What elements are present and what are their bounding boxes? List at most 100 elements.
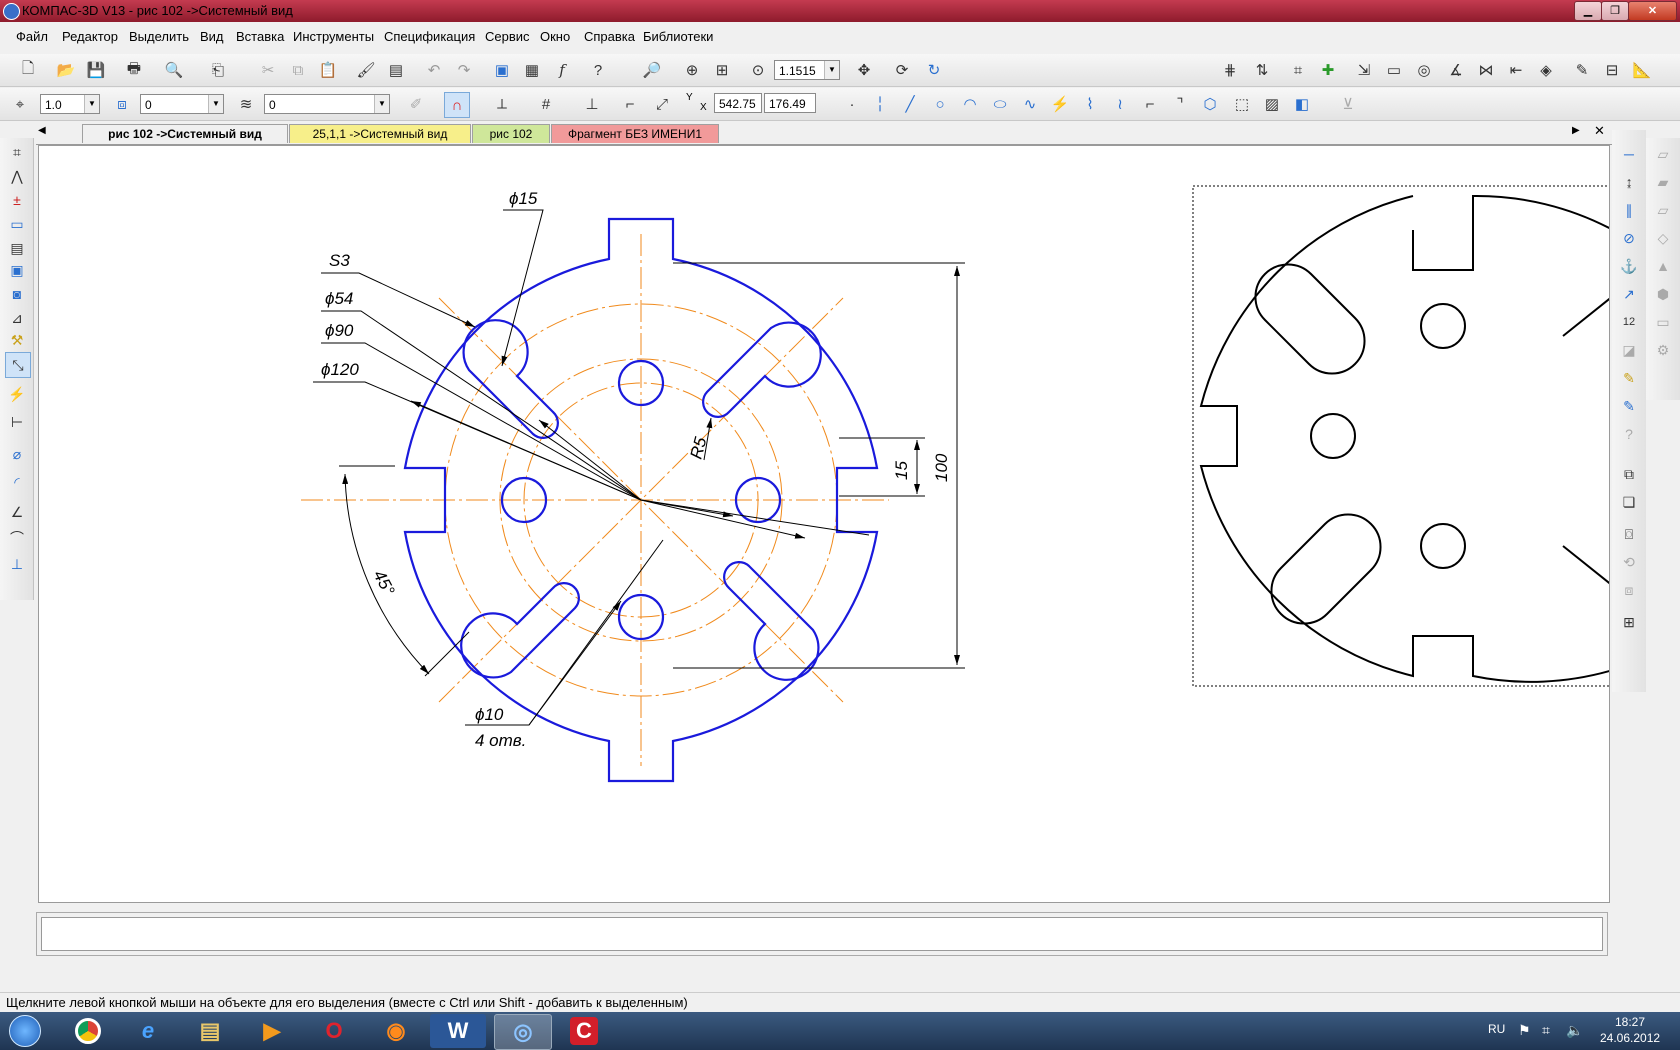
format-painter-icon[interactable]: 🖌: [354, 58, 378, 82]
menu-libraries[interactable]: Библиотеки: [643, 29, 713, 44]
opera-taskbar-button[interactable]: O: [306, 1014, 362, 1048]
maximize-button[interactable]: ❐: [1601, 1, 1629, 21]
shape-icon[interactable]: ◎: [1412, 58, 1436, 82]
network-icon[interactable]: ⌗: [1542, 1022, 1550, 1039]
ellipse-icon[interactable]: ⬭: [988, 92, 1012, 116]
clock[interactable]: 18:27 24.06.2012: [1600, 1014, 1660, 1046]
mirror-icon[interactable]: ⋈: [1474, 58, 1498, 82]
auto-dimension-icon[interactable]: ⚡: [5, 382, 29, 406]
table-icon[interactable]: ⊟: [1600, 58, 1624, 82]
save-icon[interactable]: 💾: [84, 58, 108, 82]
redo-icon[interactable]: ↷: [452, 58, 476, 82]
linear-dimension-icon[interactable]: ⊢: [5, 410, 29, 434]
layers-icon[interactable]: ≋: [234, 92, 258, 116]
ie-taskbar-button[interactable]: e: [120, 1014, 176, 1048]
properties-field[interactable]: [41, 917, 1603, 951]
spec-icon[interactable]: ⚒: [5, 328, 29, 352]
parametric-icon[interactable]: ⟂: [490, 92, 514, 116]
firefox-taskbar-button[interactable]: ◉: [368, 1014, 424, 1048]
properties-icon[interactable]: ▤: [384, 58, 408, 82]
arc-dimension-icon[interactable]: ⌒: [5, 526, 29, 550]
cut-icon[interactable]: ✂: [256, 58, 280, 82]
polyline-icon[interactable]: ⌇: [1078, 92, 1102, 116]
minimize-button[interactable]: ▁: [1574, 1, 1602, 21]
tab-25-1-1[interactable]: 25,1,1 ->Системный вид: [289, 124, 471, 143]
menu-window[interactable]: Окно: [540, 29, 570, 44]
color-icon[interactable]: ✐: [404, 92, 428, 116]
chamfer-icon[interactable]: ⌝: [1168, 92, 1192, 116]
segment-icon[interactable]: ╱: [898, 92, 922, 116]
pan-icon[interactable]: ✥: [852, 58, 876, 82]
tab-fragment[interactable]: Фрагмент БЕЗ ИМЕНИ1: [551, 124, 719, 143]
view-extra-icon[interactable]: ⊞: [1617, 610, 1641, 634]
magnet-snap-icon[interactable]: ∩: [444, 92, 470, 118]
extrude-icon[interactable]: ▰: [1651, 170, 1675, 194]
angular-dimension-icon[interactable]: ∠: [5, 500, 29, 524]
help-icon[interactable]: ?: [1617, 422, 1641, 446]
hatch-icon[interactable]: ▨: [1260, 92, 1284, 116]
menu-view[interactable]: Вид: [200, 29, 224, 44]
start-button[interactable]: [4, 1014, 46, 1048]
arc-icon[interactable]: ◠: [958, 92, 982, 116]
function-icon[interactable]: f: [550, 58, 574, 82]
close-button[interactable]: ✕: [1628, 1, 1677, 21]
print-icon[interactable]: 🖶: [122, 58, 146, 82]
grid-icon[interactable]: #: [534, 92, 558, 116]
line-style-icon[interactable]: ─: [1617, 142, 1641, 166]
step-cursor-icon[interactable]: ⌖: [8, 92, 32, 116]
tabs-scroll-right-icon[interactable]: ▶: [1572, 125, 1580, 136]
insert-view-icon[interactable]: ⧉: [1617, 462, 1641, 486]
manager-icon[interactable]: ⎗: [206, 58, 230, 82]
angle-measure-icon[interactable]: ∡: [1444, 58, 1468, 82]
step-input[interactable]: 1.0 ▼: [40, 94, 100, 114]
kompas-viewer-taskbar-button[interactable]: C: [556, 1014, 612, 1048]
circle-icon[interactable]: ○: [928, 92, 952, 116]
gear-icon[interactable]: ⚙: [1651, 338, 1675, 362]
ortho-icon[interactable]: ⇅: [1250, 58, 1274, 82]
chevron-down-icon[interactable]: ▼: [208, 95, 223, 113]
fix-size-icon[interactable]: 12: [1617, 310, 1641, 334]
close-tab-icon[interactable]: ✕: [1594, 123, 1605, 139]
tab-ris102-system-view[interactable]: рис 102 ->Системный вид: [82, 124, 288, 143]
menu-editor[interactable]: Редактор: [62, 29, 118, 44]
paste-icon[interactable]: 📋: [316, 58, 340, 82]
parametrization-icon[interactable]: ▤: [5, 236, 29, 260]
undo-icon[interactable]: ↶: [422, 58, 446, 82]
zoom-scale-icon[interactable]: ⊙: [746, 58, 770, 82]
tab-ris102[interactable]: рис 102: [472, 124, 550, 143]
media-taskbar-button[interactable]: ▶: [244, 1014, 300, 1048]
radius-dimension-icon[interactable]: ◜: [5, 470, 29, 494]
diameter-dimension-icon[interactable]: ⌀: [5, 442, 29, 466]
chrome-taskbar-button[interactable]: [60, 1014, 116, 1048]
drawing-canvas[interactable]: ϕ15 S3 ϕ54 ϕ90 ϕ120 R5 15 100 45° ϕ10 4 …: [38, 145, 1610, 903]
view-rotate-icon[interactable]: ⟲: [1617, 550, 1641, 574]
chevron-down-icon[interactable]: ▼: [824, 61, 839, 79]
auto-line-icon[interactable]: ⚡: [1048, 92, 1072, 116]
sweep-icon[interactable]: ▲: [1651, 254, 1675, 278]
measure-icon[interactable]: ⇲: [1352, 58, 1376, 82]
constraint-2-icon[interactable]: ✎: [1617, 394, 1641, 418]
copy-view-icon[interactable]: ❏: [1617, 490, 1641, 514]
boss-icon[interactable]: ⬢: [1651, 282, 1675, 306]
chevron-down-icon[interactable]: ▼: [84, 95, 99, 113]
symbols-icon[interactable]: ±: [5, 188, 29, 212]
grid-snap-icon[interactable]: ⋕: [1218, 58, 1242, 82]
auxiliary-line-icon[interactable]: ╎: [868, 92, 892, 116]
fill-icon[interactable]: ◧: [1290, 92, 1314, 116]
coord-x-field[interactable]: 542.75: [714, 93, 762, 113]
local-cs-icon[interactable]: ⊥: [580, 92, 604, 116]
view-layer-icon[interactable]: ⧈: [1617, 578, 1641, 602]
measurements-icon[interactable]: ▣: [5, 258, 29, 282]
zoom-fit-icon[interactable]: ⊞: [710, 58, 734, 82]
loft-icon[interactable]: ◇: [1651, 226, 1675, 250]
associative-view-icon[interactable]: ⊿: [5, 306, 29, 330]
dimension-mode-icon[interactable]: ⤡: [5, 352, 31, 378]
variables-icon[interactable]: ▦: [520, 58, 544, 82]
plane-icon[interactable]: ▱: [1651, 142, 1675, 166]
height-dimension-icon[interactable]: ⊥: [5, 552, 29, 576]
new-file-icon[interactable]: 🗋: [16, 58, 40, 82]
revolve-icon[interactable]: ▱: [1651, 198, 1675, 222]
spline-icon[interactable]: ∿: [1018, 92, 1042, 116]
shell-icon[interactable]: ▭: [1651, 310, 1675, 334]
chevron-down-icon[interactable]: ▼: [374, 95, 389, 113]
